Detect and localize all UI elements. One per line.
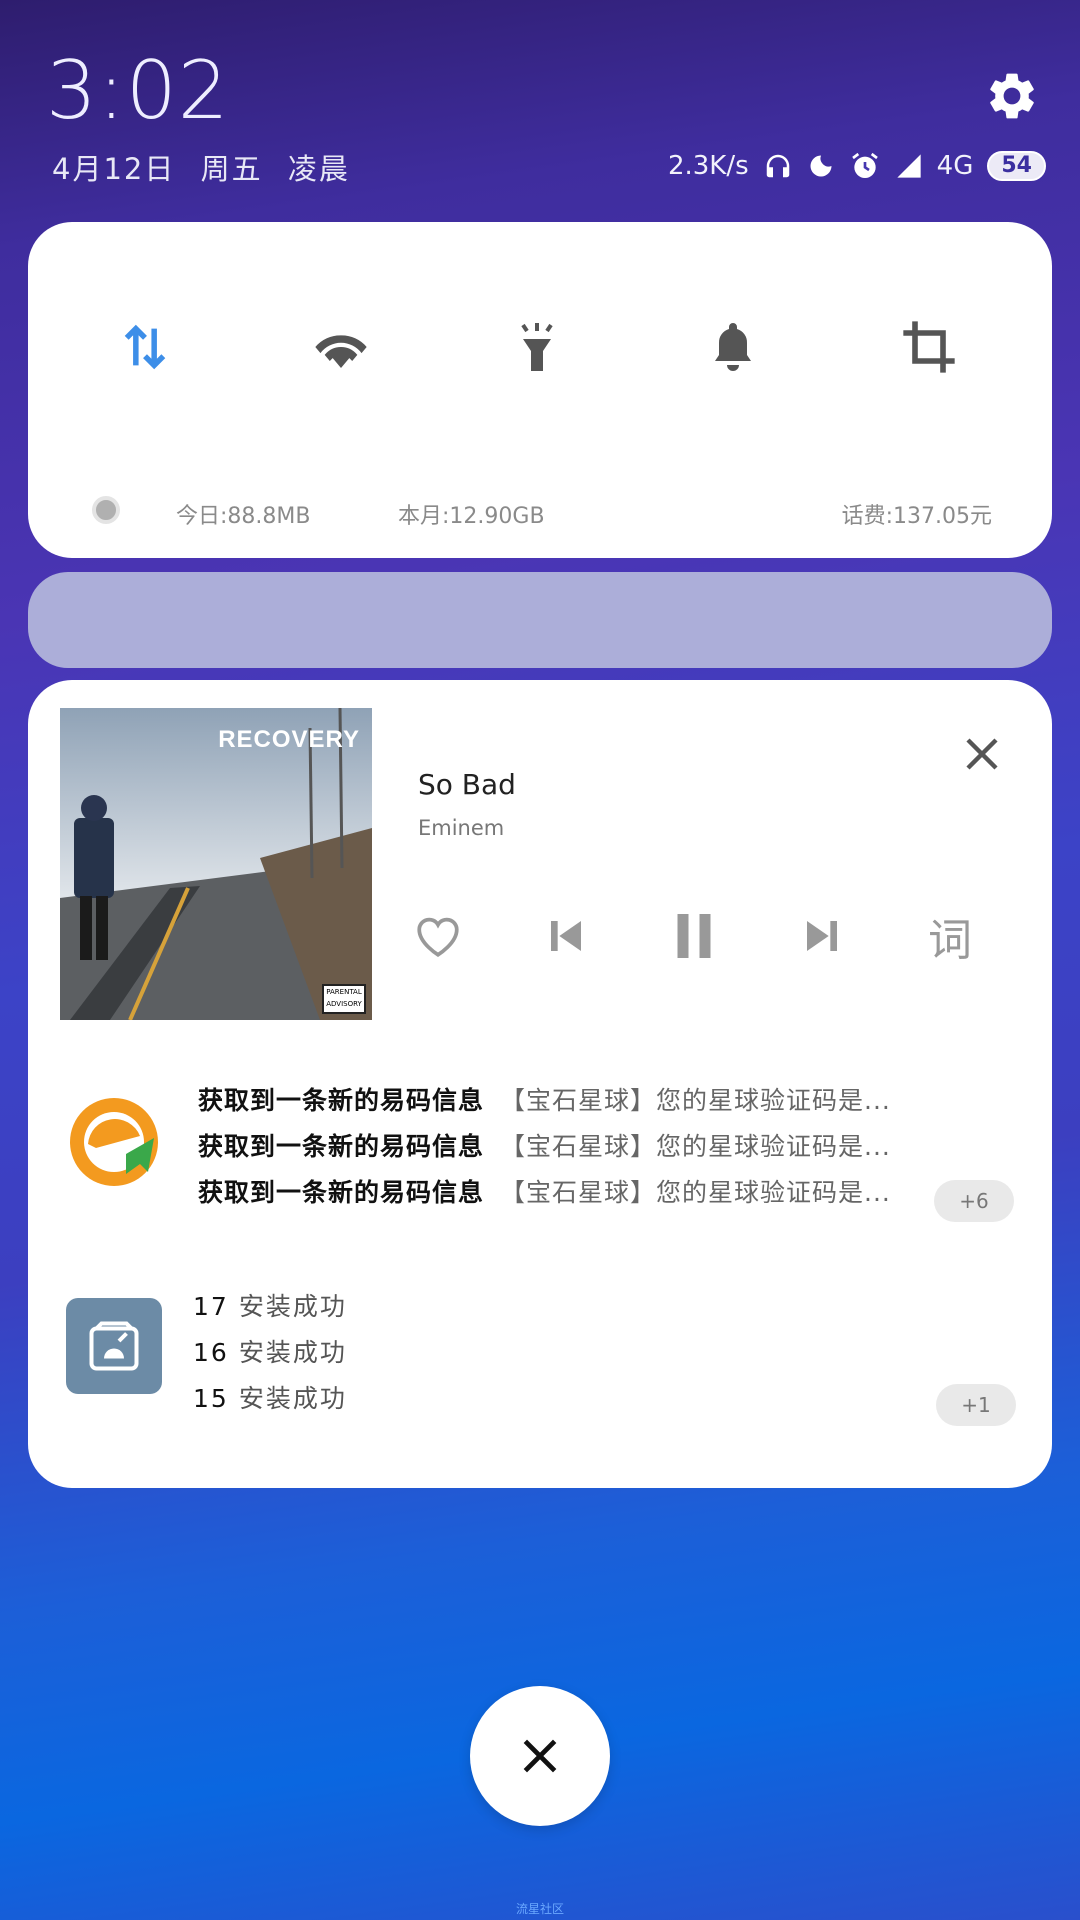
battery-badge: 54 [987, 151, 1046, 181]
message-row: 获取到一条新的易码信息 【宝石星球】您的星球验证码是... [198, 1078, 1028, 1124]
date-period: 凌晨 [287, 152, 350, 186]
status-bar: 2.3K/s 4G 54 [668, 146, 1046, 186]
album-title: RECOVERY [218, 726, 360, 753]
install-row: 16 安装成功 [193, 1330, 347, 1376]
wifi-toggle[interactable] [306, 312, 376, 382]
usage-indicator-dot [92, 496, 120, 524]
screenshot-toggle[interactable] [894, 312, 964, 382]
sound-toggle[interactable] [698, 312, 768, 382]
install-notification[interactable]: 17 安装成功 16 安装成功 15 安装成功 [193, 1284, 347, 1422]
install-id: 15 [193, 1384, 229, 1413]
install-id: 17 [193, 1292, 229, 1321]
close-icon[interactable] [958, 730, 1006, 778]
favorite-button[interactable] [408, 906, 468, 966]
previous-button[interactable] [536, 906, 596, 966]
lyrics-button[interactable]: 词 [920, 906, 980, 966]
install-id: 16 [193, 1338, 229, 1367]
message-title: 获取到一条新的易码信息 [198, 1132, 485, 1161]
install-row: 17 安装成功 [193, 1284, 347, 1330]
data-usage-row[interactable]: 今日:88.8MB 本月:12.90GB 话费:137.05元 [92, 490, 992, 530]
installs-more-badge[interactable]: +1 [936, 1384, 1016, 1426]
messages-more-badge[interactable]: +6 [934, 1180, 1014, 1222]
flashlight-toggle[interactable] [502, 312, 572, 382]
bell-icon [715, 323, 751, 371]
date-day: 4月12日 [52, 152, 176, 186]
gear-icon[interactable] [984, 68, 1040, 124]
clock[interactable]: 3:02 [46, 44, 230, 137]
headphones-icon [766, 154, 789, 178]
install-row: 15 安装成功 [193, 1376, 347, 1422]
flashlight-icon [521, 323, 553, 371]
date-weekday: 周五 [200, 152, 263, 186]
clear-all-button[interactable] [470, 1686, 610, 1826]
notification-panel: RECOVERY PARENTAL ADVISORY So Bad Eminem… [28, 680, 1052, 1488]
installer-app-icon [66, 1298, 162, 1394]
close-icon [523, 1739, 557, 1773]
data-transfer-icon [124, 324, 166, 370]
song-artist: Eminem [418, 816, 505, 840]
alarm-icon [851, 152, 878, 178]
message-title: 获取到一条新的易码信息 [198, 1178, 485, 1207]
message-row: 获取到一条新的易码信息 【宝石星球】您的星球验证码是... [198, 1170, 938, 1216]
signal-icon [897, 154, 921, 178]
install-status: 安装成功 [238, 1292, 347, 1321]
message-body: 【宝石星球】您的星球验证码是... [500, 1132, 891, 1161]
usage-month: 本月:12.90GB [398, 504, 545, 529]
brightness-slider[interactable] [28, 572, 1052, 668]
network-type: 4G [936, 151, 974, 181]
wifi-icon [315, 335, 367, 368]
media-controls: 词 [28, 906, 1052, 976]
message-row: 获取到一条新的易码信息 【宝石星球】您的星球验证码是... [198, 1124, 1028, 1170]
next-button[interactable] [792, 906, 852, 966]
yima-app-icon [70, 1098, 158, 1186]
quick-settings-panel: 今日:88.8MB 本月:12.90GB 话费:137.05元 [28, 222, 1052, 558]
pause-icon [677, 914, 711, 958]
date: 4月12日 周五 凌晨 [52, 146, 364, 188]
message-body: 【宝石星球】您的星球验证码是... [500, 1086, 891, 1115]
skip-previous-icon [551, 921, 581, 951]
mobile-data-toggle[interactable] [110, 312, 180, 382]
pause-button[interactable] [664, 906, 724, 966]
usage-today: 今日:88.8MB [176, 504, 311, 529]
quick-toggle-row [28, 312, 1052, 382]
message-body: 【宝石星球】您的星球验证码是... [500, 1178, 891, 1207]
watermark: 流星社区 [515, 1902, 564, 1916]
heart-icon [417, 917, 459, 957]
net-speed: 2.3K/s [667, 151, 749, 181]
moon-icon [810, 155, 832, 177]
install-status: 安装成功 [238, 1384, 347, 1413]
message-title: 获取到一条新的易码信息 [198, 1086, 485, 1115]
crop-icon [903, 321, 955, 373]
advisory-label: PARENTAL ADVISORY [322, 984, 366, 1014]
package-android-icon [89, 1321, 139, 1371]
install-status: 安装成功 [238, 1338, 347, 1367]
song-title: So Bad [418, 768, 516, 801]
yima-notification[interactable]: 获取到一条新的易码信息 【宝石星球】您的星球验证码是... 获取到一条新的易码信… [198, 1078, 1038, 1216]
phone-balance: 话费:137.05元 [841, 504, 992, 529]
skip-next-icon [807, 921, 837, 951]
